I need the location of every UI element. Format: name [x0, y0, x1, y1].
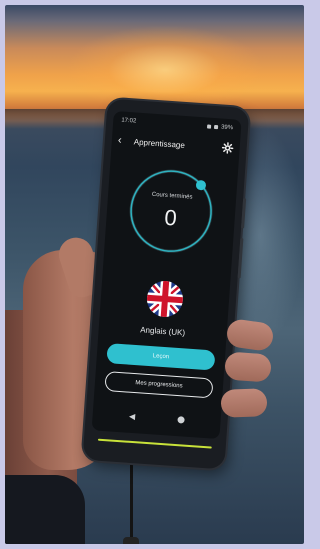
battery-level: 39% — [220, 124, 234, 132]
page-title: Apprentissage — [133, 136, 186, 150]
lesson-button[interactable]: Leçon — [106, 343, 216, 371]
triangle-back-icon[interactable]: ◀ — [129, 411, 136, 420]
lanyard-strap — [130, 460, 133, 540]
translator-device: 17:02 39% ‹ Apprentissage Cours terminés… — [82, 98, 250, 470]
language-name: Anglais (UK) — [139, 325, 186, 338]
hand-finger — [224, 351, 272, 383]
status-icons: 39% — [206, 123, 234, 132]
my-progress-button[interactable]: Mes progressions — [104, 371, 214, 399]
device-screen: 17:02 39% ‹ Apprentissage Cours terminés… — [91, 110, 242, 440]
nav-bar: ◀ — [92, 404, 221, 431]
gear-icon[interactable] — [221, 142, 234, 155]
sleeve — [5, 475, 85, 544]
wifi-icon — [213, 124, 219, 130]
signal-icon — [206, 124, 212, 129]
lanyard-bead — [123, 537, 139, 544]
uk-flag-icon — [145, 279, 185, 319]
hand-finger — [220, 388, 268, 418]
back-arrow-icon[interactable]: ‹ — [117, 134, 128, 147]
status-time: 17:02 — [121, 117, 137, 125]
circle-home-icon[interactable] — [176, 415, 185, 424]
photo-background: 17:02 39% ‹ Apprentissage Cours terminés… — [5, 5, 304, 544]
device-accent-strip — [97, 438, 212, 449]
